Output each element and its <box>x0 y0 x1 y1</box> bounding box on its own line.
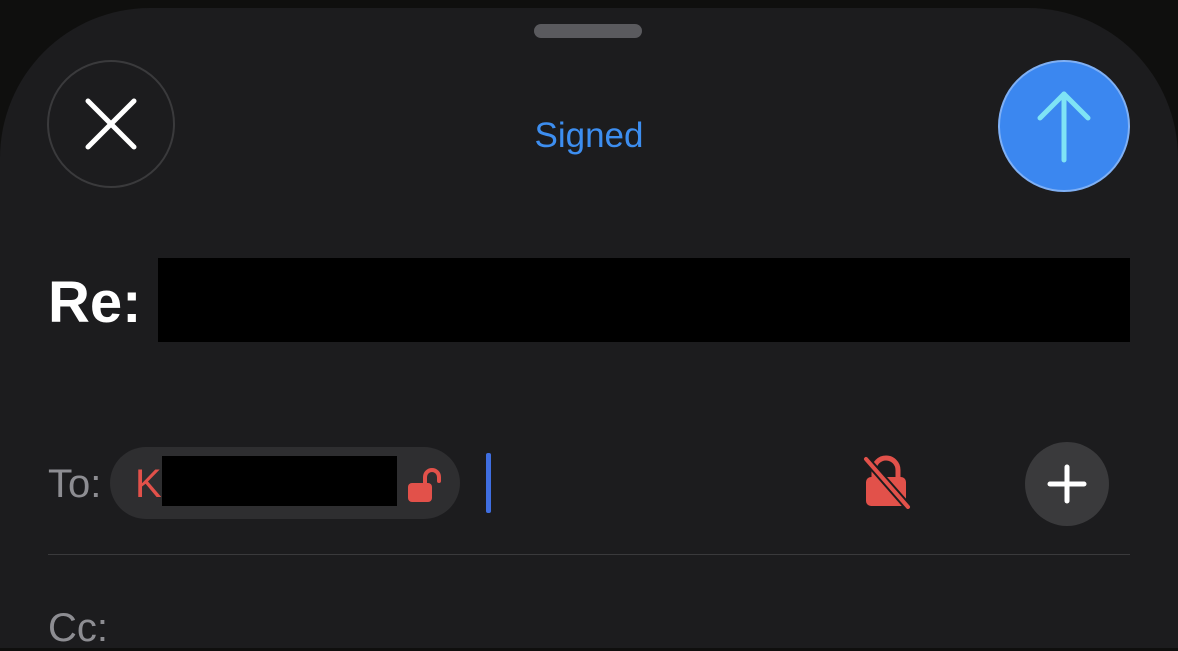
subject-prefix: Re: <box>48 269 142 335</box>
arrow-up-icon <box>1037 91 1091 163</box>
to-input-cursor[interactable] <box>486 453 491 513</box>
padlock-slash-icon[interactable] <box>860 455 912 509</box>
to-label: To: <box>48 462 102 506</box>
sheet-grabber[interactable] <box>534 24 642 38</box>
subject-field[interactable]: Re: <box>48 262 141 342</box>
to-divider <box>48 554 1130 555</box>
send-button[interactable] <box>998 60 1130 192</box>
unlocked-padlock-icon <box>408 468 441 502</box>
add-recipient-button[interactable] <box>1025 442 1109 526</box>
subject-redaction <box>158 258 1130 342</box>
recipient-initial: K <box>135 462 162 506</box>
cc-label: Cc: <box>48 606 108 650</box>
recipient-name-redaction <box>162 456 397 506</box>
plus-icon <box>1047 464 1087 504</box>
